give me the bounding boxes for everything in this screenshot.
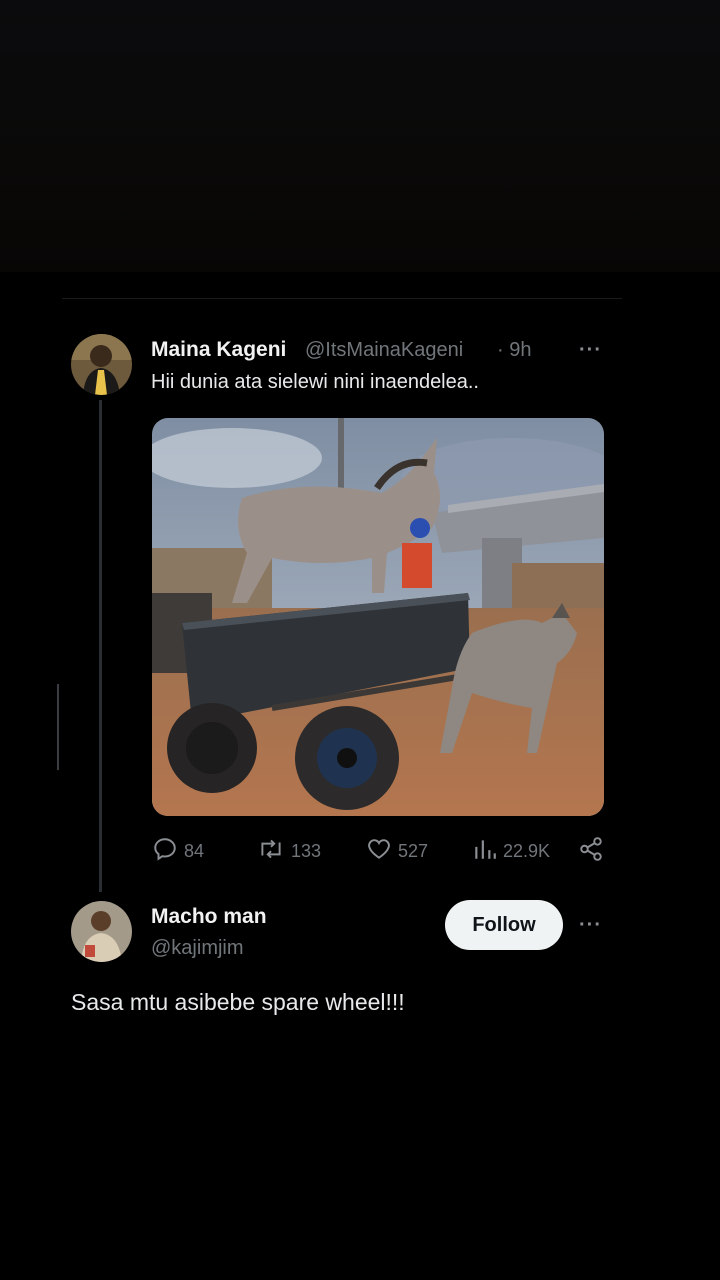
thread-line (99, 400, 102, 892)
repost-icon (257, 836, 285, 867)
author-name[interactable]: Maina Kageni (151, 338, 286, 362)
views-button[interactable]: 22.9K (473, 836, 550, 866)
repost-count: 133 (291, 840, 322, 861)
reply-button[interactable]: 84 (152, 836, 204, 866)
like-icon (366, 836, 392, 867)
like-button[interactable]: 527 (366, 836, 428, 866)
repost-button[interactable]: 133 (257, 836, 321, 866)
post-media[interactable] (152, 418, 604, 816)
reply-text: Sasa mtu asibebe spare wheel!!! (71, 989, 405, 1015)
views-icon (473, 836, 497, 867)
reply-count: 84 (184, 840, 205, 861)
author-avatar[interactable] (71, 334, 132, 395)
reply-icon (152, 836, 178, 867)
share-icon (578, 836, 604, 867)
views-count: 22.9K (503, 840, 551, 861)
follow-button[interactable]: Follow (445, 900, 563, 950)
more-options-icon[interactable]: ··· (579, 339, 602, 362)
divider (62, 298, 622, 299)
share-button[interactable] (578, 836, 604, 866)
reply-author-name[interactable]: Macho man (151, 905, 267, 929)
reply-author-handle[interactable]: @kajimjim (151, 937, 244, 960)
reply-more-options-icon[interactable]: ··· (579, 914, 602, 937)
post-text: Hii dunia ata sielewi nini inaendelea.. (151, 371, 479, 393)
scroll-indicator (57, 684, 59, 770)
top-band (0, 0, 720, 272)
author-handle[interactable]: @ItsMainaKageni (305, 339, 463, 362)
like-count: 527 (398, 840, 429, 861)
reply-avatar[interactable] (71, 901, 132, 962)
post-time[interactable]: · 9h (497, 339, 531, 362)
